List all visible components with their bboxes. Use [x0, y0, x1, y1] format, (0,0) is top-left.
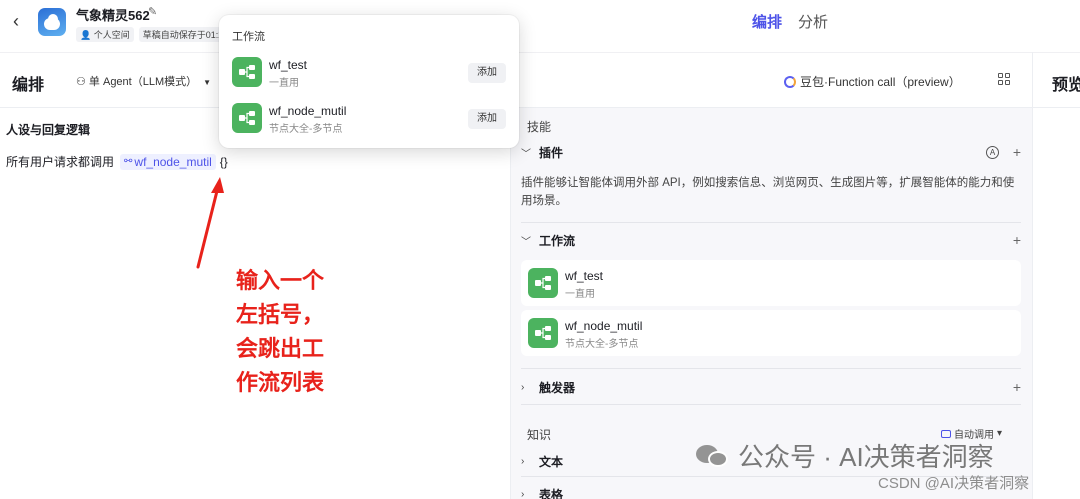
popup-workflow-item[interactable]: wf_test 一直用 添加 — [219, 53, 519, 93]
add-workflow-icon[interactable]: + — [1013, 232, 1021, 248]
divider — [521, 404, 1021, 405]
app-tags: 👤 个人空间 草稿自动保存于01:25:1 — [76, 27, 240, 42]
annotation-arrow — [196, 177, 224, 269]
top-bar: ‹ 气象精灵562 ✎ 👤 个人空间 草稿自动保存于01:25:1 编排 分析 — [0, 0, 1080, 52]
workflow-icon — [232, 103, 262, 133]
workflow-icon — [528, 318, 558, 348]
workflow-icon: ⚯ — [124, 156, 133, 167]
edit-icon[interactable]: ✎ — [148, 5, 157, 18]
prompt-text: 所有用户请求都调用 — [6, 155, 115, 169]
wechat-icon — [696, 443, 730, 469]
preview-title: 预览 — [1052, 77, 1080, 94]
workflow-icon — [528, 268, 558, 298]
text-knowledge-label: 文本 — [539, 454, 564, 469]
workflow-popup: 工作流 wf_test 一直用 添加 wf_node_mutil 节点大全-多节… — [219, 15, 519, 148]
divider — [521, 222, 1021, 223]
divider — [521, 368, 1021, 369]
triggers-label: 触发器 — [539, 380, 576, 395]
chevron-down-icon: ▼ — [203, 78, 212, 87]
workflow-card[interactable]: wf_test 一直用 — [521, 260, 1021, 306]
plugins-description: 插件能够让智能体调用外部 API，例如搜索信息、浏览网页、生成图片等，扩展智能体… — [521, 177, 1015, 207]
triggers-section[interactable]: › 触发器 + — [521, 375, 1021, 399]
annotation-text: 输入一个 左括号， 会跳出工 作流列表 — [236, 268, 325, 395]
chevron-right-icon: › — [521, 488, 525, 499]
add-button[interactable]: 添加 — [468, 109, 506, 129]
prompt-editor[interactable]: 所有用户请求都调用 ⚯ wf_node_mutil {} — [6, 153, 228, 170]
workflow-desc: 一直用 — [565, 289, 595, 300]
preview-divider — [1032, 52, 1033, 499]
chevron-down-icon: ﹀ — [521, 148, 531, 160]
watermark: 公众号 · AI决策者洞察 — [696, 437, 994, 474]
nav-tabs: 编排 分析 — [752, 11, 828, 32]
app-avatar — [38, 8, 66, 36]
plugins-label: 插件 — [539, 145, 564, 160]
workflows-label: 工作流 — [539, 233, 576, 248]
workflows-section[interactable]: ﹀ 工作流 + — [521, 228, 1021, 252]
csdn-watermark: CSDN @AI决策者洞察 — [878, 475, 1030, 492]
workflow-chip[interactable]: ⚯ wf_node_mutil — [120, 153, 216, 170]
app-name: 气象精灵562 — [76, 8, 150, 23]
popup-workflow-name: wf_node_mutil — [269, 104, 347, 118]
workspace-tag: 👤 个人空间 — [76, 27, 134, 42]
tab-analysis[interactable]: 分析 — [798, 11, 828, 32]
workflow-desc: 节点大全-多节点 — [565, 339, 639, 350]
chevron-right-icon: › — [521, 381, 525, 393]
model-select[interactable]: 豆包·Function call（preview） — [784, 73, 961, 90]
add-trigger-icon[interactable]: + — [1013, 379, 1021, 395]
auto-icon[interactable]: A — [986, 145, 999, 159]
brace-text: {} — [219, 154, 228, 169]
add-plugin-icon[interactable]: + — [1013, 144, 1021, 160]
workflow-name: wf_test — [565, 269, 604, 283]
agent-icon: ⚇ — [76, 76, 89, 88]
popup-title: 工作流 — [232, 31, 265, 43]
popup-workflow-item[interactable]: wf_node_mutil 节点大全-多节点 添加 — [219, 99, 519, 139]
popup-workflow-name: wf_test — [269, 58, 308, 72]
table-knowledge-label: 表格 — [539, 487, 564, 499]
back-arrow-icon[interactable]: ‹ — [8, 10, 24, 32]
tab-arrange[interactable]: 编排 — [752, 11, 782, 32]
persona-section-title: 人设与回复逻辑 — [6, 123, 91, 137]
editor-toolbar: 编排 ⚇ 单 Agent（LLM模式） ▼ 豆包·Function call（pr… — [0, 52, 1080, 108]
popup-workflow-desc: 节点大全-多节点 — [269, 124, 343, 135]
agent-mode-select[interactable]: ⚇ 单 Agent（LLM模式） ▼ — [76, 73, 211, 89]
editor-title: 编排 — [12, 77, 45, 94]
workflow-card[interactable]: wf_node_mutil 节点大全-多节点 — [521, 310, 1021, 356]
add-button[interactable]: 添加 — [468, 63, 506, 83]
workflow-name: wf_node_mutil — [565, 319, 643, 333]
popup-workflow-desc: 一直用 — [269, 78, 299, 89]
model-logo-icon — [784, 75, 796, 88]
chevron-down-icon: ▾ — [996, 428, 1002, 439]
layout-grid-icon[interactable] — [998, 73, 1010, 85]
skills-label: 技能 — [527, 120, 552, 134]
knowledge-label: 知识 — [527, 428, 552, 442]
chevron-right-icon: › — [521, 455, 525, 467]
workflow-icon — [232, 57, 262, 87]
plugins-section[interactable]: ﹀ 插件 A + — [521, 140, 1021, 164]
chevron-down-icon: ﹀ — [521, 236, 531, 248]
